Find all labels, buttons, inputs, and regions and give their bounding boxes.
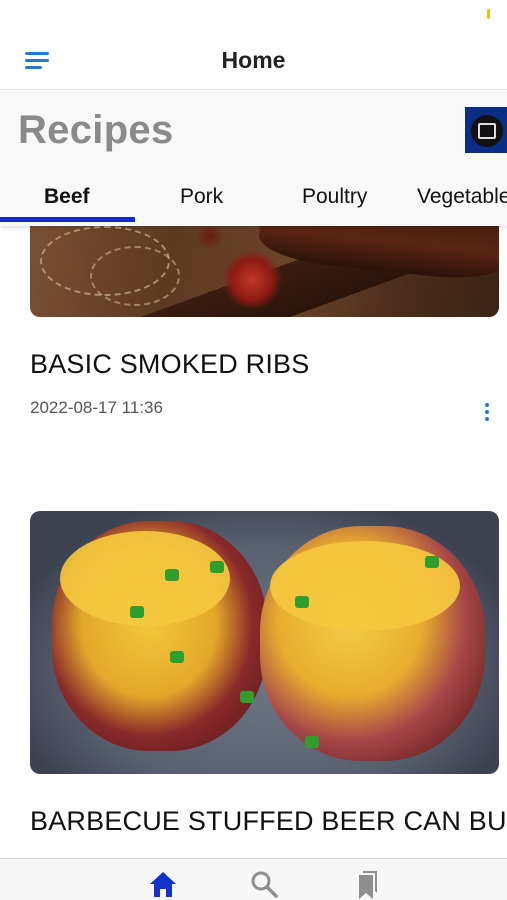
search-icon[interactable] <box>249 869 281 899</box>
tab-poultry[interactable]: Poultry <box>302 185 367 209</box>
stuffed-burgers-photo[interactable] <box>30 511 499 774</box>
tab-beef[interactable]: Beef <box>44 185 90 209</box>
battery-indicator <box>487 9 490 19</box>
bottom-navigation <box>0 858 507 900</box>
recipe-title[interactable]: BARBECUE STUFFED BEER CAN BURGERS <box>30 806 507 837</box>
active-tab-indicator <box>0 217 135 222</box>
page-title: Recipes <box>18 108 174 152</box>
bookmarks-icon[interactable] <box>350 869 382 899</box>
status-bar <box>0 0 507 30</box>
recipe-book-logo-icon[interactable] <box>465 107 507 153</box>
tab-vegetables[interactable]: Vegetables <box>417 185 507 209</box>
recipe-feed[interactable]: BASIC SMOKED RIBS 2022-08-17 11:36 BARBE… <box>0 226 507 858</box>
recipe-date: 2022-08-17 11:36 <box>30 398 163 417</box>
category-tabs: Beef Pork Poultry Vegetables <box>0 177 507 223</box>
tab-pork[interactable]: Pork <box>180 185 223 209</box>
smoked-ribs-photo[interactable] <box>30 226 499 317</box>
more-options-icon[interactable] <box>480 403 494 423</box>
app-bar: Home <box>0 30 507 90</box>
recipe-title[interactable]: BASIC SMOKED RIBS <box>30 349 309 380</box>
app-title: Home <box>221 47 286 73</box>
home-icon[interactable] <box>147 869 179 899</box>
recipes-header: Recipes Beef Pork Poultry Vegetables <box>0 91 507 226</box>
